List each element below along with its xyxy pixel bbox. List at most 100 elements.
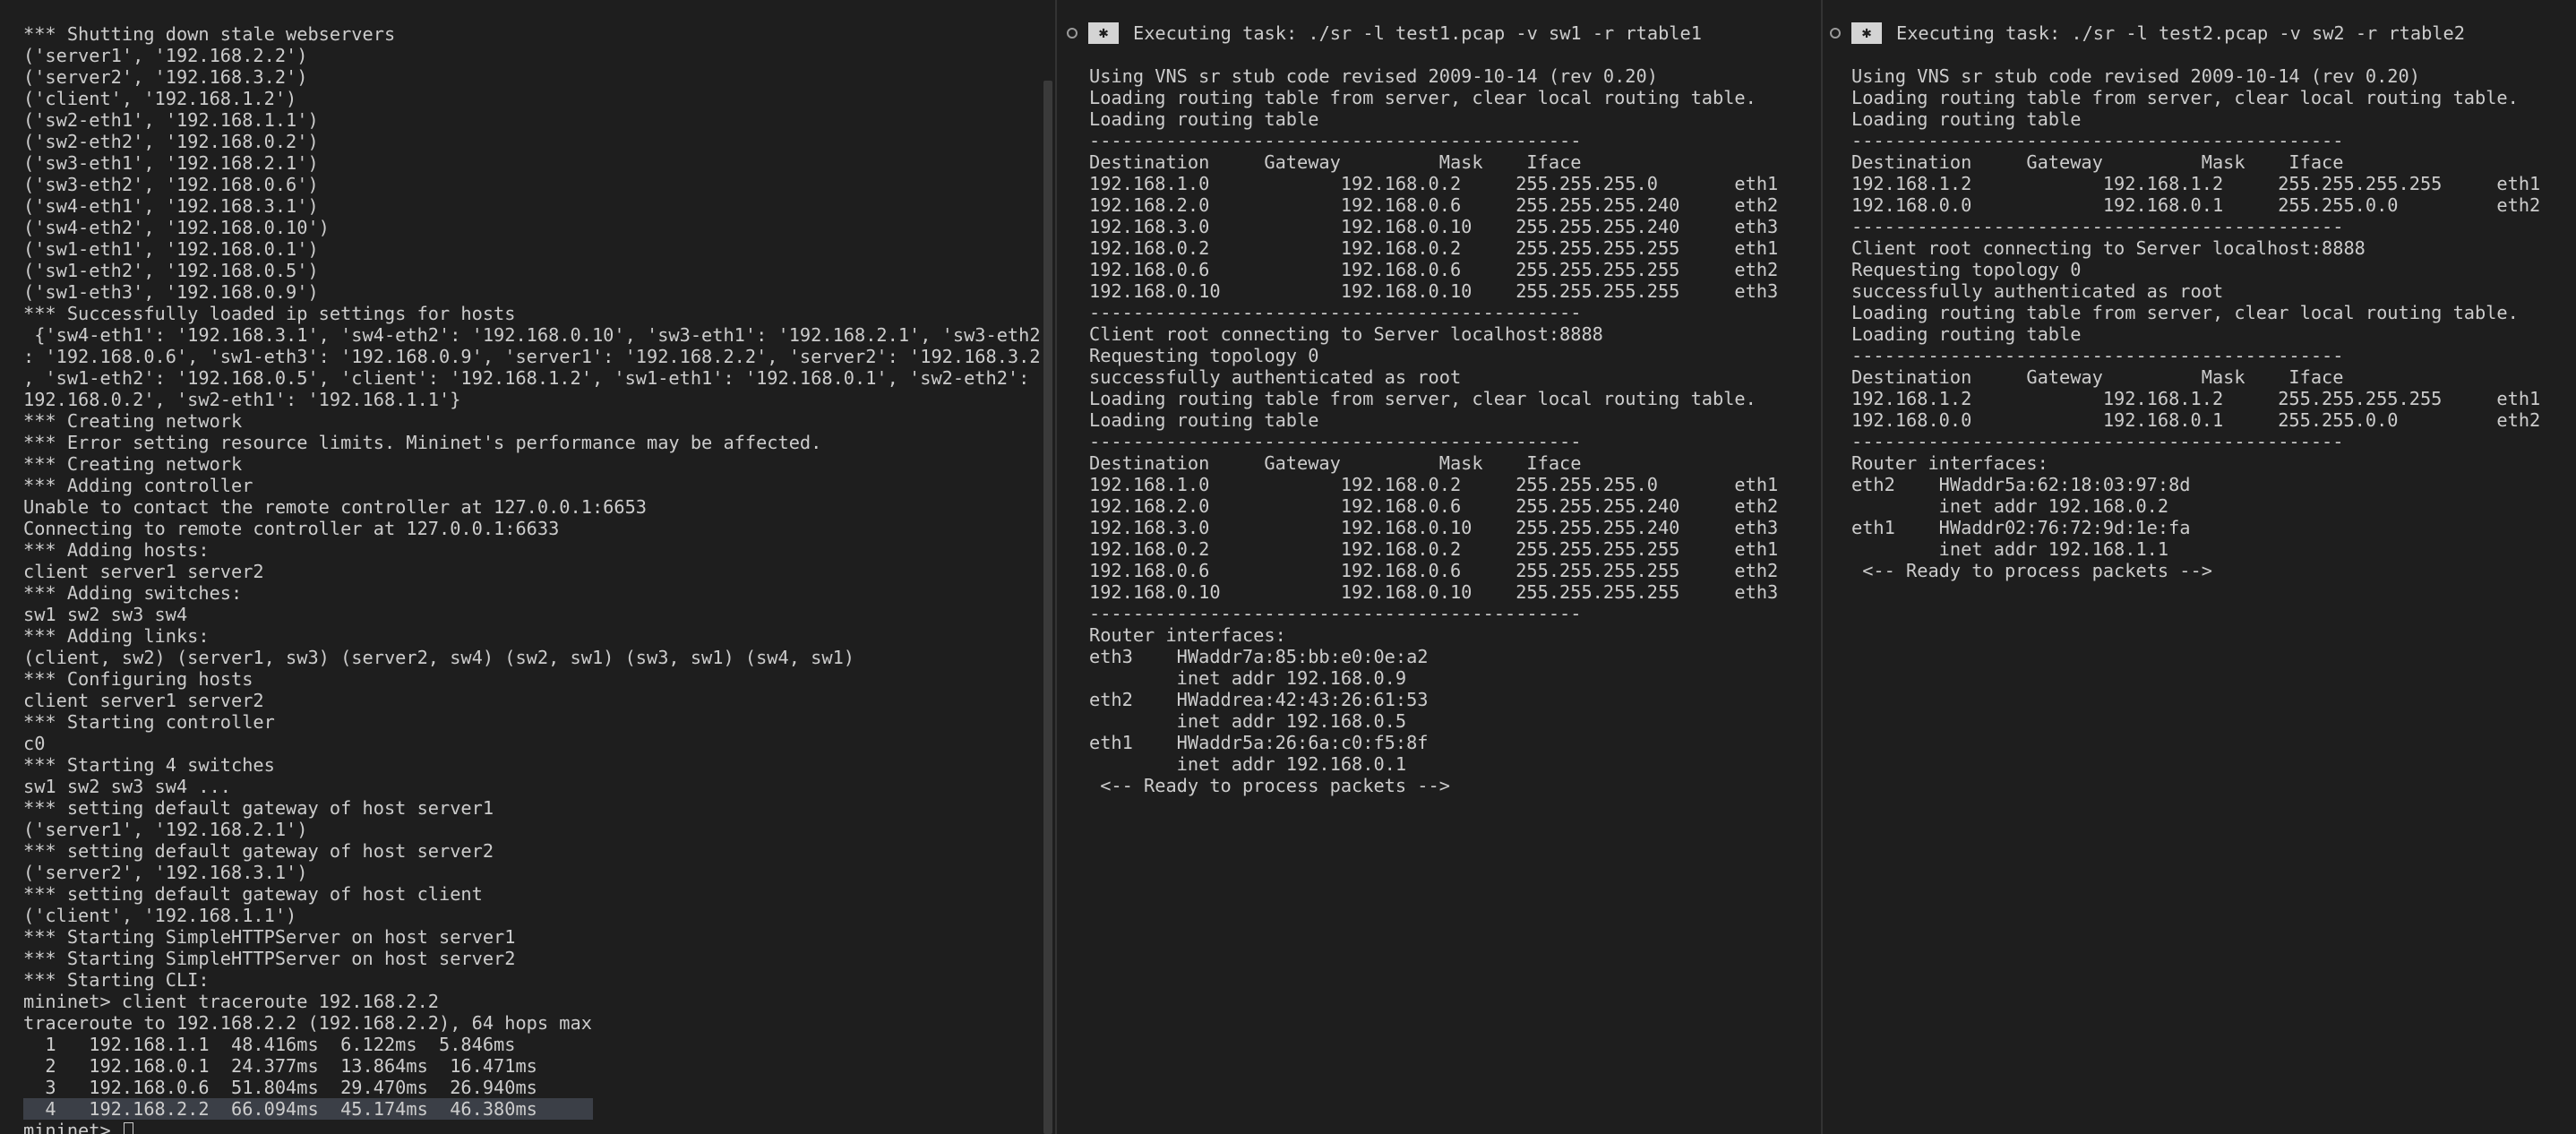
terminal-line: *** Starting controller — [23, 711, 275, 733]
terminal-line: eth1 HWaddr02:76:72:9d:1e:fa — [1851, 517, 2191, 538]
terminal-line: ----------------------------------------… — [1089, 431, 1582, 452]
terminal-line: *** setting default gateway of host clie… — [23, 883, 483, 905]
terminal-pane-sw2[interactable]: ✱ Executing task: ./sr -l test2.pcap -v … — [1823, 0, 2576, 1134]
terminal-output: *** Shutting down stale webservers ('serv… — [23, 23, 1042, 1134]
terminal-line: ----------------------------------------… — [1089, 130, 1582, 151]
task-title: Executing task: ./sr -l test1.pcap -v sw… — [1133, 22, 1702, 44]
terminal-line: <-- Ready to process packets --> — [1851, 560, 2212, 581]
terminal-line: 192.168.0.0 192.168.0.1 255.255.0.0 eth2 — [1851, 409, 2541, 431]
terminal-line: inet addr 192.168.1.1 — [1851, 538, 2169, 560]
terminal-line: mininet> client traceroute 192.168.2.2 — [23, 991, 439, 1012]
terminal-line: <-- Ready to process packets --> — [1089, 775, 1450, 796]
terminal-prompt-line[interactable]: mininet> — [23, 1120, 1042, 1134]
terminal-line: ('sw3-eth2', '192.168.0.6') — [23, 174, 319, 195]
terminal-output: Using VNS sr stub code revised 2009-10-1… — [1089, 65, 1778, 796]
terminal-line: successfully authenticated as root — [1089, 366, 1462, 388]
terminal-line: 192.168.0.6 192.168.0.6 255.255.255.255 … — [1089, 560, 1779, 581]
task-title: Executing task: ./sr -l test2.pcap -v sw… — [1896, 22, 2465, 44]
terminal-line: (client, sw2) (server1, sw3) (server2, s… — [23, 647, 854, 668]
terminal-line: *** Starting SimpleHTTPServer on host se… — [23, 926, 516, 948]
terminal-line: Client root connecting to Server localho… — [1089, 323, 1603, 345]
terminal-line: sw1 sw2 sw3 sw4 ... — [23, 776, 231, 797]
terminal-line: Using VNS sr stub code revised 2009-10-1… — [1851, 65, 2420, 87]
terminal-line: c0 — [23, 733, 46, 754]
terminal-line: *** Successfully loaded ip settings for … — [23, 303, 516, 324]
terminal-line: 192.168.1.2 192.168.1.2 255.255.255.255 … — [1851, 388, 2541, 409]
terminal-line: eth1 HWaddr5a:26:6a:c0:f5:8f — [1089, 732, 1429, 753]
terminal-line: inet addr 192.168.0.5 — [1089, 710, 1407, 732]
terminal-line: *** Adding switches: — [23, 582, 243, 604]
terminal-line: ('sw4-eth2', '192.168.0.10') — [23, 217, 330, 238]
terminal-line: Loading routing table from server, clear… — [1089, 87, 1756, 108]
terminal-line: inet addr 192.168.0.9 — [1089, 667, 1407, 689]
terminal-line: ----------------------------------------… — [1851, 431, 2344, 452]
terminal-line: ----------------------------------------… — [1851, 345, 2344, 366]
terminal-line: *** Starting SimpleHTTPServer on host se… — [23, 948, 516, 969]
text-cursor — [123, 1122, 133, 1134]
terminal-line: Loading routing table from server, clear… — [1089, 388, 1756, 409]
terminal-line: Router interfaces: — [1851, 452, 2048, 474]
task-status-icon — [1830, 28, 1841, 39]
terminal-line: ('server1', '192.168.2.2') — [23, 45, 308, 66]
terminal-line: 192.168.0.10 192.168.0.10 255.255.255.25… — [1089, 280, 1779, 302]
terminal-line: inet addr 192.168.0.1 — [1089, 753, 1407, 775]
terminal-line: *** Adding controller — [23, 475, 253, 496]
task-star-icon: ✱ — [1851, 22, 1882, 44]
terminal-line: *** Starting 4 switches — [23, 754, 275, 776]
terminal-line: Using VNS sr stub code revised 2009-10-1… — [1089, 65, 1658, 87]
terminal-workspace: *** Shutting down stale webservers ('serv… — [0, 0, 2576, 1134]
terminal-line: Connecting to remote controller at 127.0… — [23, 518, 560, 539]
scrollbar-thumb[interactable] — [1043, 81, 1052, 1134]
terminal-line: *** Configuring hosts — [23, 668, 253, 690]
terminal-line: 192.168.0.10 192.168.0.10 255.255.255.25… — [1089, 581, 1779, 603]
terminal-line: {'sw4-eth1': '192.168.3.1', 'sw4-eth2': … — [23, 324, 1042, 346]
terminal-line: *** Error setting resource limits. Minin… — [23, 432, 822, 453]
terminal-line: ('sw1-eth3', '192.168.0.9') — [23, 281, 319, 303]
terminal-line: Router interfaces: — [1089, 624, 1286, 646]
terminal-line: : '192.168.0.6', 'sw1-eth3': '192.168.0.… — [23, 346, 1042, 367]
pane-divider[interactable] — [1055, 0, 1057, 1134]
terminal-line: Destination Gateway Mask Iface — [1089, 151, 1582, 173]
terminal-pane-mininet[interactable]: *** Shutting down stale webservers ('serv… — [0, 0, 1042, 1134]
terminal-pane-sw1[interactable]: ✱ Executing task: ./sr -l test1.pcap -v … — [1060, 0, 1821, 1134]
terminal-line: client server1 server2 — [23, 690, 264, 711]
terminal-line: Destination Gateway Mask Iface — [1851, 366, 2344, 388]
terminal-line: ----------------------------------------… — [1851, 216, 2344, 237]
terminal-line: ('sw2-eth1', '192.168.1.1') — [23, 109, 319, 131]
terminal-line: 192.168.2.0 192.168.0.6 255.255.255.240 … — [1089, 495, 1779, 517]
terminal-line: , 'sw1-eth2': '192.168.0.5', 'client': '… — [23, 367, 1042, 389]
task-star-icon: ✱ — [1088, 22, 1119, 44]
terminal-line: 192.168.0.2 192.168.0.2 255.255.255.255 … — [1089, 538, 1779, 560]
terminal-line: 192.168.2.0 192.168.0.6 255.255.255.240 … — [1089, 194, 1779, 216]
terminal-line: Loading routing table from server, clear… — [1851, 87, 2519, 108]
terminal-line: inet addr 192.168.0.2 — [1851, 495, 2169, 517]
terminal-line: *** Starting CLI: — [23, 969, 210, 991]
terminal-line: Unable to contact the remote controller … — [23, 496, 647, 518]
terminal-line: client server1 server2 — [23, 561, 264, 582]
terminal-line: 192.168.0.2', 'sw2-eth1': '192.168.1.1'} — [23, 389, 461, 410]
terminal-line: ('sw1-eth1', '192.168.0.1') — [23, 238, 319, 260]
task-status-icon — [1067, 28, 1078, 39]
terminal-line: Loading routing table — [1089, 108, 1319, 130]
terminal-line: Loading routing table from server, clear… — [1851, 302, 2519, 323]
terminal-line: Requesting topology 0 — [1089, 345, 1319, 366]
terminal-line: 192.168.0.2 192.168.0.2 255.255.255.255 … — [1089, 237, 1779, 259]
terminal-line: *** Adding links: — [23, 625, 210, 647]
terminal-line: 1 192.168.1.1 48.416ms 6.122ms 5.846ms — [23, 1034, 516, 1055]
terminal-line: Loading routing table — [1089, 409, 1319, 431]
terminal-line: 2 192.168.0.1 24.377ms 13.864ms 16.471ms — [23, 1055, 537, 1077]
terminal-line: 4 192.168.2.2 66.094ms 45.174ms 46.380ms — [23, 1098, 593, 1120]
terminal-line: *** Creating network — [23, 410, 243, 432]
terminal-line: 192.168.3.0 192.168.0.10 255.255.255.240… — [1089, 216, 1779, 237]
terminal-line: ----------------------------------------… — [1089, 603, 1582, 624]
terminal-line: sw1 sw2 sw3 sw4 — [23, 604, 188, 625]
terminal-line: ('sw2-eth2', '192.168.0.2') — [23, 131, 319, 152]
terminal-line: 3 192.168.0.6 51.804ms 29.470ms 26.940ms — [23, 1077, 537, 1098]
terminal-line: Loading routing table — [1851, 323, 2082, 345]
task-header: ✱ Executing task: ./sr -l test2.pcap -v … — [1830, 21, 2465, 45]
terminal-line: 192.168.1.2 192.168.1.2 255.255.255.255 … — [1851, 173, 2541, 194]
terminal-line: ('client', '192.168.1.2') — [23, 88, 297, 109]
terminal-line: ----------------------------------------… — [1851, 130, 2344, 151]
terminal-line: 192.168.0.0 192.168.0.1 255.255.0.0 eth2 — [1851, 194, 2541, 216]
scrollbar-mininet[interactable] — [1042, 0, 1054, 1134]
